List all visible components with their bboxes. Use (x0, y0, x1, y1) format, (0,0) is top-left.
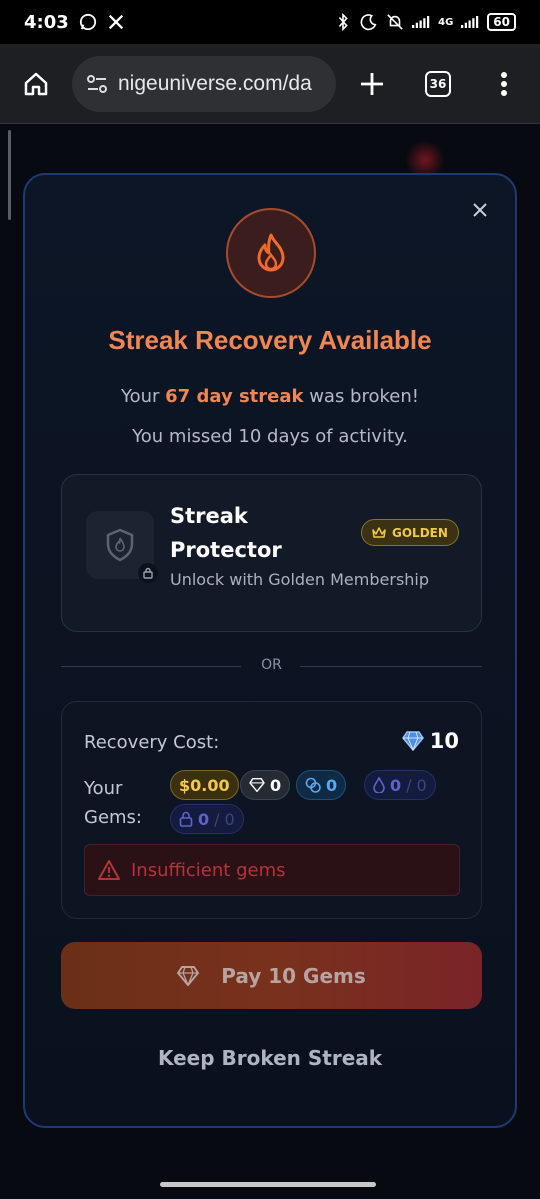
address-bar[interactable]: nigeuniverse.com/da (72, 55, 336, 112)
flame-icon (257, 233, 285, 272)
site-settings-icon[interactable] (86, 73, 108, 95)
purple-gems-pill: 0/0 (364, 770, 436, 800)
more-menu-button[interactable] (482, 62, 526, 106)
divider-line-right (300, 666, 482, 667)
lock-badge (138, 563, 158, 583)
keep-broken-streak-button[interactable]: Keep Broken Streak (25, 1046, 515, 1070)
streak-recovery-modal: Streak Recovery Available Your 67 day st… (23, 173, 517, 1128)
home-icon (24, 72, 48, 95)
locked-gems-pill: 0/0 (170, 804, 244, 834)
recovery-cost-value: 10 (402, 729, 459, 753)
protector-title: Streak Protector (170, 504, 282, 562)
usd-balance: $0.00 (179, 775, 230, 795)
x-icon (107, 13, 125, 31)
streak-protector-card[interactable]: Streak Protector GOLDEN Unlock with Gold… (61, 474, 482, 632)
streak-highlight: 67 day streak (165, 386, 304, 407)
drop-icon (373, 777, 385, 793)
moon-icon (360, 13, 378, 31)
tabs-icon: 36 (425, 70, 451, 97)
lock-icon (143, 567, 153, 579)
diamond-icon (249, 778, 265, 792)
more-icon (501, 71, 507, 96)
insufficient-gems-alert: Insufficient gems (84, 844, 460, 896)
network-type: 4G (438, 16, 454, 28)
crown-icon (372, 526, 386, 538)
tabs-button[interactable]: 36 (416, 62, 460, 106)
whatsapp-icon (79, 13, 97, 31)
or-label: OR (261, 657, 282, 673)
streak-message: Your 67 day streak was broken! (25, 386, 515, 407)
recovery-cost-card: Recovery Cost: 10 Your Gems: $0.00 0 0 0… (61, 701, 482, 919)
recovery-cost-amount: 10 (429, 729, 459, 753)
blue-gems-pill: 0 (296, 770, 347, 800)
url-text: nigeuniverse.com/da (118, 71, 312, 95)
or-divider: OR (61, 655, 482, 677)
gesture-home-indicator[interactable] (160, 1182, 376, 1187)
white-gems-count: 0 (270, 775, 282, 795)
golden-badge: GOLDEN (361, 519, 459, 546)
purple-gems-count: 0 (390, 775, 402, 795)
signal-icon (412, 13, 430, 31)
scrollbar[interactable] (8, 130, 11, 220)
lock-icon (179, 811, 193, 827)
white-gems-pill: 0 (240, 770, 291, 800)
pay-gems-button[interactable]: Pay 10 Gems (61, 942, 482, 1009)
browser-toolbar: nigeuniverse.com/da 36 (0, 44, 540, 124)
locked-gems-separator: / (214, 809, 220, 829)
purple-gems-separator: / (406, 775, 412, 795)
coins-icon (305, 777, 321, 793)
pay-button-label: Pay 10 Gems (221, 963, 366, 988)
shield-icon (106, 528, 134, 562)
new-tab-button[interactable] (350, 62, 394, 106)
streak-suffix: was broken! (303, 386, 419, 407)
modal-title: Streak Recovery Available (108, 325, 432, 355)
plus-icon (361, 72, 383, 95)
diamond-icon (177, 965, 200, 986)
insufficient-gems-text: Insufficient gems (131, 859, 286, 881)
warning-icon (98, 860, 120, 880)
home-button[interactable] (14, 62, 58, 106)
streak-prefix: Your (121, 386, 166, 407)
status-bar: 4:03 4G 60 (0, 0, 540, 44)
diamond-icon (402, 731, 424, 751)
missed-days-message: You missed 10 days of activity. (132, 426, 408, 447)
blue-gems-count: 0 (326, 775, 338, 795)
locked-gems-max: 0 (224, 809, 235, 829)
golden-badge-label: GOLDEN (392, 525, 448, 540)
recovery-cost-label: Recovery Cost: (84, 732, 220, 753)
close-button[interactable] (467, 197, 493, 223)
your-gems-label: Your Gems: (84, 778, 142, 828)
purple-gems-max: 0 (416, 775, 427, 795)
bluetooth-icon (334, 13, 352, 31)
protector-subtitle: Unlock with Golden Membership (170, 570, 430, 589)
status-time: 4:03 (24, 11, 69, 33)
close-icon (473, 203, 487, 217)
battery-indicator: 60 (487, 13, 516, 31)
flame-badge (226, 208, 316, 298)
locked-gems-count: 0 (198, 809, 210, 829)
usd-balance-pill: $0.00 (170, 770, 239, 800)
signal-icon-2 (461, 13, 479, 31)
bell-off-icon (386, 13, 404, 31)
